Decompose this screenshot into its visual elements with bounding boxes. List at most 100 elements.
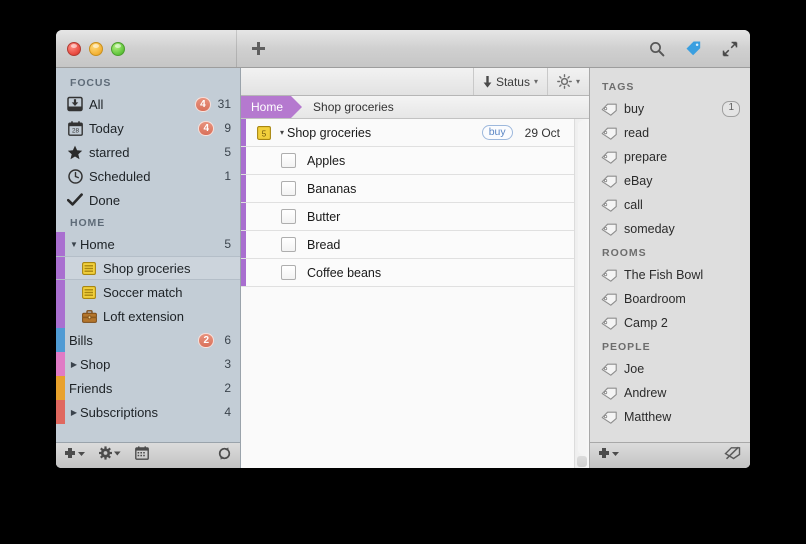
task-item-checkbox[interactable] (281, 209, 296, 224)
task-item-checkbox[interactable] (281, 153, 296, 168)
tag-outline-icon (601, 127, 618, 140)
sidebar-item-label: Today (89, 120, 124, 136)
sidebar-item-icon (66, 145, 84, 160)
task-item-row[interactable]: Coffee beans (241, 259, 574, 287)
sidebar-item-loft-extension[interactable]: Loft extension (56, 304, 240, 328)
window-body: FOCUS All 4 31 28 Today 4 9 starred 5 Schedule… (56, 68, 750, 468)
tag-outline-icon (601, 269, 618, 282)
sort-status-control[interactable]: Status ▾ (472, 68, 547, 95)
chevron-right-icon[interactable]: ▶ (69, 408, 79, 417)
sidebar-item-scheduled[interactable]: Scheduled 1 (56, 164, 240, 188)
sidebar-item-color-strip (56, 257, 65, 279)
list-icon (82, 285, 96, 299)
task-item-checkbox[interactable] (281, 237, 296, 252)
task-color-strip (241, 259, 246, 286)
tag-item-the-fish-bowl[interactable]: The Fish Bowl (590, 263, 750, 287)
chevron-down-icon[interactable]: ▼ (69, 240, 79, 249)
task-list-scrollbar[interactable] (574, 119, 589, 468)
task-item-checkbox[interactable] (281, 181, 296, 196)
sidebar-calendar-button[interactable] (135, 446, 149, 465)
sidebar-item-icon (66, 193, 84, 207)
sidebar-item-subscriptions[interactable]: ▶ Subscriptions 4 (56, 400, 240, 424)
tag-outline-icon (601, 223, 618, 236)
sidebar-item-shop-groceries[interactable]: Shop groceries (56, 256, 240, 280)
tag-icon[interactable] (685, 40, 702, 57)
tag-item-icon (601, 175, 618, 188)
sidebar-add-button[interactable] (64, 447, 86, 465)
sidebar-item-done[interactable]: Done (56, 188, 240, 212)
task-item-label: Bananas (307, 181, 357, 196)
main-panel: Status ▾ ▾ Home Shop groceries 5 ▾ Shop … (241, 68, 589, 468)
sidebar-item-home[interactable]: ▼ Home 5 (56, 232, 240, 256)
sidebar-item-starred[interactable]: starred 5 (56, 140, 240, 164)
task-item-row[interactable]: Apples (241, 147, 574, 175)
main-statusbar: Status ▾ ▾ (241, 68, 589, 96)
tag-item-joe[interactable]: Joe (590, 357, 750, 381)
sidebar-item-today[interactable]: 28 Today 4 9 (56, 116, 240, 140)
search-icon[interactable] (649, 41, 665, 57)
task-item-checkbox[interactable] (281, 265, 296, 280)
tag-item-andrew[interactable]: Andrew (590, 381, 750, 405)
tag-item-matthew[interactable]: Matthew (590, 405, 750, 429)
list-icon (82, 261, 96, 275)
sidebar-item-all[interactable]: All 4 31 (56, 92, 240, 116)
app-window: FOCUS All 4 31 28 Today 4 9 starred 5 Schedule… (56, 30, 750, 468)
sidebar-item-count: 31 (217, 97, 231, 111)
tag-item-ebay[interactable]: eBay (590, 169, 750, 193)
tag-item-icon (601, 269, 618, 282)
sidebar-item-shop[interactable]: ▶ Shop 3 (56, 352, 240, 376)
sidebar-item-friends[interactable]: Friends 2 (56, 376, 240, 400)
sidebar-settings-button[interactable] (99, 446, 122, 465)
tag-item-prepare[interactable]: prepare (590, 145, 750, 169)
tags-add-button[interactable] (598, 447, 620, 465)
display-options-control[interactable]: ▾ (546, 68, 589, 95)
tag-item-read[interactable]: read (590, 121, 750, 145)
task-tag-badge[interactable]: buy (481, 124, 513, 141)
sidebar-item-color-strip (56, 232, 65, 256)
task-item-row[interactable]: Bananas (241, 175, 574, 203)
breadcrumb-root[interactable]: Home (241, 96, 303, 118)
sidebar-item-label: Subscriptions (80, 404, 159, 420)
task-item-row[interactable]: Butter (241, 203, 574, 231)
task-disclosure-triangle[interactable]: ▾ (280, 128, 284, 137)
sidebar-item-soccer-match[interactable]: Soccer match (56, 280, 240, 304)
brightness-icon (557, 74, 572, 89)
tag-item-camp-2[interactable]: Camp 2 (590, 311, 750, 335)
tag-item-someday[interactable]: someday (590, 217, 750, 241)
sidebar-item-count: 5 (224, 145, 231, 159)
tag-outline-icon (601, 387, 618, 400)
maximize-window-button[interactable] (111, 41, 125, 56)
task-color-strip (241, 203, 246, 230)
sidebar-sync-button[interactable] (217, 446, 232, 466)
new-item-button[interactable] (237, 41, 279, 56)
tag-item-buy[interactable]: buy 1 (590, 97, 750, 121)
sidebar-section-header: HOME (70, 217, 106, 229)
task-due-date: 29 Oct (524, 125, 560, 140)
sidebar-item-badge: 4 (195, 96, 211, 112)
tag-item-label: call (624, 198, 643, 212)
tag-item-icon (601, 387, 618, 400)
sidebar-item-bills[interactable]: Bills 2 6 (56, 328, 240, 352)
tags-hide-button[interactable] (724, 446, 742, 465)
sidebar-item-count: 4 (224, 405, 231, 419)
sidebar-item-count: 6 (224, 333, 231, 347)
task-color-strip (241, 147, 246, 174)
tag-outline-icon (601, 103, 618, 116)
minimize-window-button[interactable] (89, 41, 103, 56)
fullscreen-icon[interactable] (722, 41, 738, 57)
task-item-row[interactable]: Bread (241, 231, 574, 259)
gear-dropdown-icon (99, 446, 121, 460)
close-window-button[interactable] (67, 41, 81, 56)
plus-dropdown-icon (65, 447, 85, 458)
task-header-row[interactable]: 5 ▾ Shop groceries buy 29 Oct (241, 119, 574, 147)
tag-item-call[interactable]: call (590, 193, 750, 217)
sidebar-bottom-bar (56, 442, 240, 468)
task-item-label: Coffee beans (307, 265, 382, 280)
tag-item-boardroom[interactable]: Boardroom (590, 287, 750, 311)
tag-outline-icon (601, 411, 618, 424)
chevron-right-icon[interactable]: ▶ (69, 360, 79, 369)
sidebar-item-count: 2 (224, 381, 231, 395)
tags-bottom-bar (590, 442, 750, 468)
tag-item-label: read (624, 126, 650, 140)
task-color-strip (241, 175, 246, 202)
